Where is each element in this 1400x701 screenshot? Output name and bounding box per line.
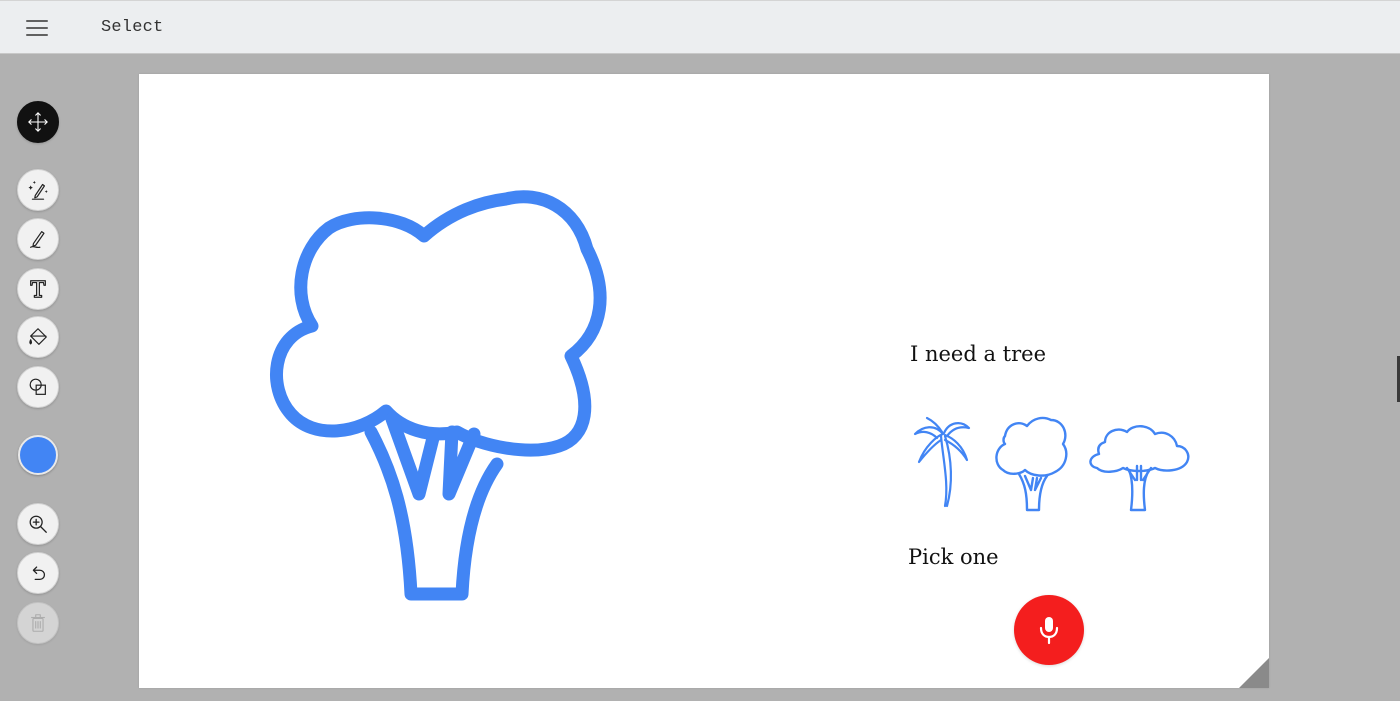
- paint-bucket-icon: [29, 328, 47, 345]
- canvas-resize-handle[interactable]: [1239, 658, 1269, 688]
- mode-label: Select: [101, 18, 164, 37]
- round-tree-icon[interactable]: [991, 414, 1071, 514]
- microphone-button[interactable]: [1014, 595, 1084, 665]
- pencil-icon: [30, 231, 45, 249]
- top-bar: Select: [0, 0, 1400, 54]
- text-t-icon: [30, 280, 46, 298]
- palm-tree-icon[interactable]: [907, 414, 971, 510]
- fill-tool-button[interactable]: [17, 316, 59, 358]
- shapes-icon: [29, 378, 46, 395]
- hamburger-menu-icon[interactable]: [24, 18, 50, 40]
- autodraw-prompt: I need a tree: [910, 342, 1046, 366]
- left-toolbar: [0, 54, 78, 701]
- zoom-tool-button[interactable]: [17, 503, 59, 545]
- user-drawing[interactable]: [139, 74, 1269, 688]
- tree-crown-stroke: [270, 190, 607, 457]
- undo-icon: [32, 566, 45, 581]
- drawing-canvas[interactable]: I need a tree Pick one: [139, 74, 1269, 688]
- text-tool-button[interactable]: [17, 268, 59, 310]
- undo-button[interactable]: [17, 552, 59, 594]
- wide-tree-icon[interactable]: [1087, 414, 1191, 514]
- move-tool-button[interactable]: [17, 101, 59, 143]
- magic-pencil-icon: [28, 180, 48, 200]
- move-arrows-icon: [28, 112, 48, 132]
- draw-tool-button[interactable]: [17, 218, 59, 260]
- delete-button[interactable]: [17, 602, 59, 644]
- zoom-in-icon: [29, 515, 47, 533]
- shape-tool-button[interactable]: [17, 366, 59, 408]
- suggestions-label: Pick one: [908, 545, 999, 569]
- autodraw-tool-button[interactable]: [17, 169, 59, 211]
- microphone-icon: [1039, 617, 1059, 645]
- trash-icon: [31, 614, 45, 632]
- color-picker-swatch[interactable]: [18, 435, 58, 475]
